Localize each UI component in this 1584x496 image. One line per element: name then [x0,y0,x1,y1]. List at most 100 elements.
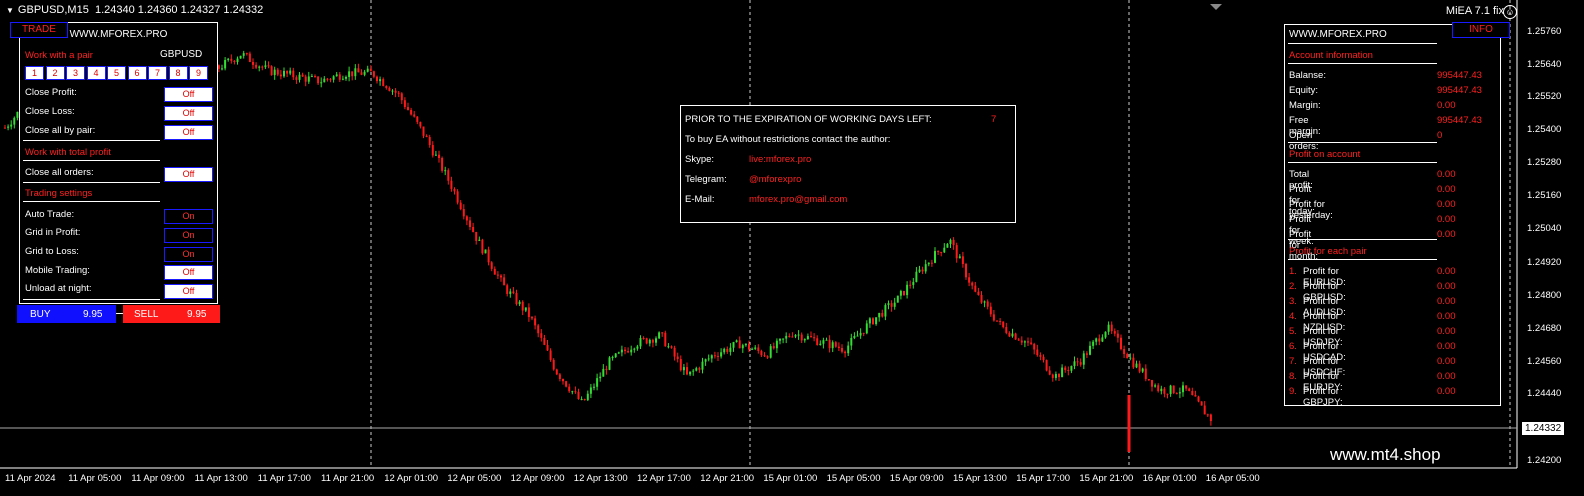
candle-body [1092,341,1095,346]
candle-body [636,346,639,349]
candle-body [577,391,580,400]
candle-body [890,303,893,307]
close-profit-label: Close Profit: [25,87,77,98]
close-all-orders-toggle[interactable]: Off [164,167,213,182]
candle-body [760,350,763,356]
candle-body [400,93,403,101]
email-value[interactable]: mforex.pro@gmail.com [749,194,847,205]
unload-night-toggle[interactable]: Off [164,284,213,299]
candle-body [887,303,890,306]
auto-trade-toggle[interactable]: On [164,209,213,224]
candle-body [754,347,757,349]
candle-body [971,282,974,286]
candle-body [438,154,440,158]
candle-body [850,337,853,346]
candle-body [422,126,425,136]
info-value: 0.00 [1437,214,1456,225]
shift-marker-icon [1210,4,1222,10]
candle-body [1101,337,1104,342]
candle-body [583,398,586,401]
candle-body [391,90,394,92]
divider [1288,259,1437,260]
candle-body [372,71,375,77]
pair-slot-button[interactable]: 6 [127,66,147,80]
divider [23,299,160,300]
candle-body [444,170,447,172]
candle-body [441,157,444,171]
pair-slot-button[interactable]: 3 [66,66,85,80]
mobile-trading-toggle[interactable]: Off [164,265,213,280]
candle-body [286,70,289,74]
candle-body [490,262,493,269]
candle-body [1209,414,1212,422]
pair-slot-button[interactable]: 2 [45,66,65,80]
candle-body [757,347,760,351]
candle-body [670,346,673,348]
menu-triangle-icon[interactable]: ▼ [6,6,14,15]
pair-slot-button[interactable]: 8 [168,66,188,80]
candle-body [1188,388,1191,391]
candle-body [927,262,930,265]
info-label: Balanse: [1289,70,1326,81]
skype-value[interactable]: live:mforex.pro [749,154,811,165]
candle-body [13,117,16,125]
tab-trade[interactable]: TRADE [10,22,68,38]
grid-loss-toggle[interactable]: On [164,247,213,262]
divider [1288,63,1437,64]
x-tick-label: 15 Apr 05:00 [826,473,881,484]
candle-body [224,59,227,69]
days-left: 7 [991,114,997,125]
pair-index: 3. [1289,296,1297,307]
y-tick-label: 1.25640 [1527,59,1562,70]
buy-button[interactable]: BUY 9.95 [17,305,116,323]
divider [23,182,160,183]
info-value: 995447.43 [1437,70,1482,81]
candle-body [1082,353,1085,365]
candle-body [940,252,943,254]
close-all-pair-label: Close all by pair: [25,125,96,136]
pair-slot-button[interactable]: 7 [148,66,167,80]
tab-info[interactable]: INFO [1452,22,1510,38]
candle-body [831,342,834,349]
pair-profit-section-title: Profit for each pair [1289,246,1367,257]
candle-body [388,88,391,91]
y-tick-label: 1.25160 [1527,190,1562,201]
grid-profit-toggle[interactable]: On [164,228,213,243]
pair-slot-button[interactable]: 1 [25,66,44,80]
candle-body [301,74,304,77]
candle-body [1067,369,1070,371]
profit-section-title: Profit on account [1289,149,1361,160]
total-section-title: Work with total profit [25,147,111,158]
candle-body [314,76,316,78]
email-label: E-Mail: [685,194,715,205]
candle-body [506,285,509,294]
sell-button[interactable]: SELL 9.95 [123,305,220,323]
candle-body [1163,388,1166,394]
skype-label: Skype: [685,154,715,165]
candle-body [565,381,568,387]
ohlc-readout: 1.24340 1.24360 1.24327 1.24332 [94,4,264,16]
close-profit-toggle[interactable]: Off [164,87,213,102]
candle-body [1076,361,1079,363]
candle-body [906,284,909,296]
candle-body [853,335,856,338]
candle-body [1110,324,1113,332]
telegram-value[interactable]: @mforexpro [749,174,801,185]
info-value: 0.00 [1437,371,1456,382]
candle-body [558,374,561,379]
close-loss-toggle[interactable]: Off [164,106,213,121]
pair-slot-button[interactable]: 5 [107,66,126,80]
candle-body [292,70,295,78]
close-all-pair-toggle[interactable]: Off [164,125,213,140]
candle-body [258,66,261,68]
candle-body [1169,385,1172,395]
pair-slot-button[interactable]: 9 [189,66,208,80]
candle-body [627,350,630,353]
candle-body [1178,392,1181,394]
candle-body [868,318,871,324]
candle-body [459,202,462,210]
telegram-label: Telegram: [685,174,727,185]
candle-body [363,71,366,75]
pair-index: 7. [1289,356,1297,367]
pair-slot-button[interactable]: 4 [86,66,106,80]
